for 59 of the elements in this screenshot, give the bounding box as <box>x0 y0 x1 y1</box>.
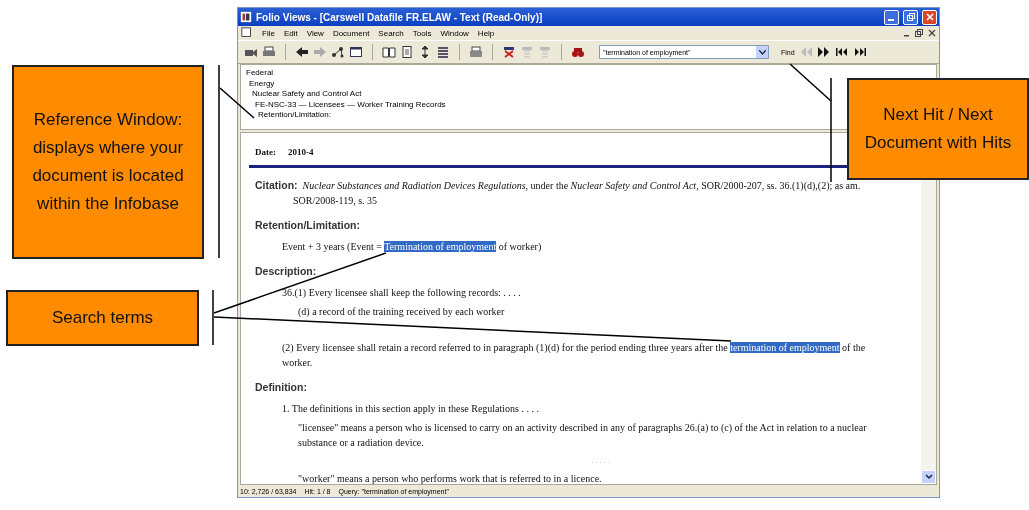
paragraph-text: (d) a record of the training received by each worker <box>298 305 506 319</box>
restore-icon <box>906 13 915 21</box>
paragraph-text: 1. The definitions in this section apply in these Regulations . . . . <box>282 402 540 416</box>
paragraph-text: "licensee" means a person who is licensed to carry on an activity described in any of paragraphs 26.(a) to (c) of the Act in relation to a nuclear substance or a radiation device. <box>298 421 868 450</box>
document-icon[interactable] <box>400 45 414 59</box>
marker-icon[interactable] <box>520 45 534 59</box>
paragraph-text: "worker" means a person who performs work that is referred to in a licence. <box>298 472 603 484</box>
print-icon[interactable] <box>262 45 276 59</box>
menu-item[interactable]: Window <box>440 28 469 38</box>
menu-item[interactable]: Edit <box>283 28 298 38</box>
close-icon <box>925 13 934 21</box>
back-arrow-icon[interactable] <box>295 45 309 59</box>
section-heading: Definition: <box>255 381 308 393</box>
ellipsis-separator: . . . . . <box>591 456 610 465</box>
scroll-down-button[interactable] <box>921 470 936 484</box>
reference-path-item[interactable]: Nuclear Safety and Control Act <box>246 89 362 100</box>
paragraph-text: Event + 3 years (Event = Termination of employment of worker) <box>282 240 543 254</box>
menu-item[interactable]: Tools <box>412 28 432 38</box>
dropdown-caret-icon <box>758 49 766 55</box>
callout-label: Next Hit / Next Document with Hits <box>847 78 1029 180</box>
reference-path-item[interactable]: Energy <box>246 78 275 89</box>
reference-path-item[interactable]: Retention/Limitation: <box>246 110 331 121</box>
search-hit: termination of employment <box>730 342 840 353</box>
menu-item[interactable]: View <box>306 28 324 38</box>
nodes-icon[interactable] <box>331 45 345 59</box>
book-icon[interactable] <box>382 45 396 59</box>
ellipsis-separator: . . . . . <box>570 325 588 334</box>
previous-document-icon[interactable] <box>834 45 849 59</box>
marker-icon[interactable] <box>502 45 516 59</box>
menu-item[interactable]: Search <box>378 28 404 38</box>
menu-item[interactable]: File <box>262 28 275 38</box>
close-icon[interactable] <box>928 29 936 37</box>
list-icon[interactable] <box>436 45 450 59</box>
reference-path-item[interactable]: Federal <box>246 68 274 79</box>
app-icon[interactable] <box>240 11 252 23</box>
document-icon[interactable] <box>241 27 253 39</box>
section-heading: Retention/Limitation: <box>255 219 361 231</box>
print-icon[interactable] <box>469 45 483 59</box>
callout-label: Reference Window: displays where your document is located within the Infobase <box>12 65 204 259</box>
window-icon[interactable] <box>349 45 363 59</box>
menu-item[interactable]: Document <box>332 28 370 38</box>
binoculars-icon[interactable] <box>571 45 585 59</box>
minimize-button[interactable] <box>884 9 899 25</box>
paragraph-text: 36.(1) Every licensee shall keep the following records: . . . . <box>282 286 522 300</box>
reference-path-item[interactable]: FE-NSC-33 — Licensees — Worker Training Records <box>246 99 446 110</box>
marker-icon[interactable] <box>538 45 552 59</box>
menu-item[interactable]: Help <box>477 28 495 38</box>
citation-text: Citation: Nuclear Substances and Radiation Devices Regulations, under the Nuclear Safety and Control Act, SOR/2000-207, ss. 36.(1)(d),(2); as am. SOR/2008-119, s. 35 <box>255 178 862 208</box>
callout-label: Search terms <box>6 290 199 346</box>
next-document-icon[interactable] <box>852 45 867 59</box>
section-heading: Description: <box>255 265 318 277</box>
restore-button[interactable] <box>903 9 918 25</box>
search-hit: Termination of employment <box>384 241 497 252</box>
paragraph-text: (2) Every licensee shall retain a record referred to in paragraph (1)(d) for the period ending three years after the termination of employment of the worker. <box>282 341 867 370</box>
next-hit-icon[interactable] <box>816 45 831 59</box>
document-date: Date: 2010-4 <box>255 147 315 157</box>
restore-icon[interactable] <box>915 29 923 37</box>
close-button[interactable] <box>922 9 937 25</box>
window-title: Folio Views - [Carswell Datafile FR.ELAW - Text (Read-Only)] <box>256 11 544 23</box>
